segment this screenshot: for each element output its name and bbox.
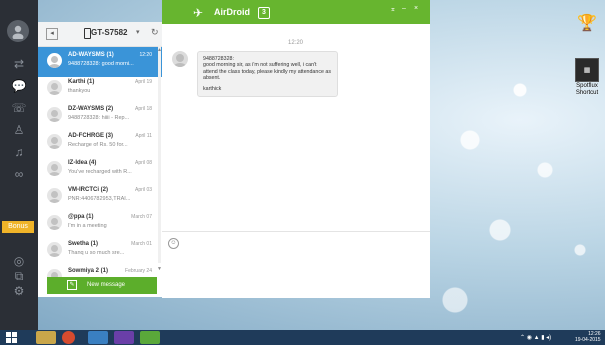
contact-name: VM-IRCTCi (2) xyxy=(68,187,108,193)
message-icon[interactable]: 💬 xyxy=(9,78,29,94)
avatar-icon[interactable] xyxy=(7,20,29,42)
app-window: ✈ AirDroid 3 ⌅ – × 12:20 9488728328: goo… xyxy=(162,0,430,298)
compose-icon: ✎ xyxy=(67,280,77,290)
contact-name: IZ-Idea (4) xyxy=(68,160,97,166)
new-message-label: New message xyxy=(87,282,126,288)
message-preview: You've recharged with R... xyxy=(68,169,132,175)
list-item[interactable]: VM-IRCTCi (2) April 03 PNR:4406782953,TRAI… xyxy=(38,182,162,212)
notification-icon[interactable]: ♫ xyxy=(9,144,29,160)
desktop-shortcut-label: Spotflux Shortcut xyxy=(575,83,599,96)
message-list-panel: ◂ GT-S7582 ▾ ↻ AD-WAYSMS (1) 12:20 9488728… xyxy=(38,22,162,297)
chrome-icon[interactable] xyxy=(62,331,75,344)
contact-avatar xyxy=(47,215,62,230)
conversation-list: AD-WAYSMS (1) 12:20 9488728328: good morni… xyxy=(38,47,162,297)
list-item[interactable]: Karthi (1) April 19 thankyou xyxy=(38,74,162,104)
media-icon[interactable] xyxy=(114,331,134,344)
refresh-icon[interactable]: ↻ xyxy=(151,27,159,38)
sender-avatar xyxy=(172,51,188,67)
screenshot-icon[interactable]: ⧉ xyxy=(9,268,29,284)
message-bubble: 9488728328: good morning sir, as i'm not… xyxy=(197,51,338,98)
contact-avatar xyxy=(47,161,62,176)
emoji-icon[interactable]: ☺ xyxy=(168,238,179,249)
collapse-button[interactable]: ◂ xyxy=(46,28,58,40)
message-date: March 07 xyxy=(131,214,152,220)
message-date: April 03 xyxy=(135,187,152,193)
airdroid-logo-icon: ✈ xyxy=(193,6,204,20)
message-date: 12:20 xyxy=(139,52,152,58)
message-preview: I'm in a meeting xyxy=(68,223,107,229)
contact-avatar xyxy=(47,188,62,203)
list-item[interactable]: Swetha (1) March 01 Thanq u so much sre... xyxy=(38,236,162,266)
phone-icon[interactable]: ☏ xyxy=(9,100,29,116)
app-title: AirDroid xyxy=(214,7,250,17)
contact-avatar xyxy=(47,107,62,122)
spotflux-icon: ▦ xyxy=(575,58,599,82)
bonus-badge[interactable]: Bonus xyxy=(2,221,34,233)
message-preview: Thanq u so much sre... xyxy=(68,250,125,256)
contact-name: @ppa (1) xyxy=(68,214,94,220)
contact-name: Karthi (1) xyxy=(68,79,95,85)
close-button[interactable]: × xyxy=(414,5,418,12)
contact-name: DZ-WAYSMS (2) xyxy=(68,106,114,112)
contacts-icon[interactable]: ♙ xyxy=(9,122,29,138)
message-preview: PNR:4406782953,TRAI... xyxy=(68,196,131,202)
contact-avatar xyxy=(47,53,62,68)
device-name[interactable]: GT-S7582 xyxy=(91,28,127,37)
contact-name: Sowmiya 2 (1) xyxy=(68,268,109,274)
contact-name: AD-WAYSMS (1) xyxy=(68,52,114,58)
list-item[interactable]: @ppa (1) March 07 I'm in a meeting xyxy=(38,209,162,239)
list-item[interactable]: AD-FCHRGE (3) April 11 Recharge of Rs. 50 … xyxy=(38,128,162,158)
chevron-down-icon[interactable]: ▾ xyxy=(136,28,140,36)
message-date: April 19 xyxy=(135,79,152,85)
pin-icon[interactable]: ⌅ xyxy=(390,5,396,13)
message-preview: 9488728328: hiiii - Rep... xyxy=(68,115,130,121)
sidebar-nav: ⇄ 💬 ☏ ♙ ♫ ∞ Bonus ◎ ⧉ ⚙ xyxy=(0,0,38,330)
contact-name: AD-FCHRGE (3) xyxy=(68,133,113,139)
file-explorer-icon[interactable] xyxy=(36,331,56,344)
new-message-button[interactable]: ✎ New message xyxy=(47,277,157,294)
conversation-view: 12:20 9488728328: good morning sir, as i… xyxy=(162,24,430,231)
gear-icon[interactable]: ⚙ xyxy=(9,283,29,299)
contact-avatar xyxy=(47,80,62,95)
list-item[interactable]: DZ-WAYSMS (2) April 18 9488728328: hiiii -… xyxy=(38,101,162,131)
settings-help-icon[interactable]: ◎ xyxy=(9,253,29,269)
minimize-button[interactable]: – xyxy=(402,5,406,12)
taskbar: ⌃ ◉ ▲ ▮ ◂) 12:26 19-04-2015 xyxy=(0,330,605,345)
list-item[interactable]: AD-WAYSMS (1) 12:20 9488728328: good morni… xyxy=(38,47,162,77)
app-icon[interactable] xyxy=(88,331,108,344)
contact-avatar xyxy=(47,242,62,257)
phone-device-icon xyxy=(84,28,91,39)
clock-date: 19-04-2015 xyxy=(575,337,601,343)
bubble-text: good morning sir, as i'm not suffering w… xyxy=(203,62,331,82)
desktop-shortcut[interactable]: ▦ Spotflux Shortcut xyxy=(572,58,602,97)
message-time: 12:20 xyxy=(288,40,304,46)
message-date: March 01 xyxy=(131,241,152,247)
trophy-icon[interactable]: 🏆 xyxy=(577,12,597,34)
message-date: April 18 xyxy=(135,106,152,112)
file-transfer-icon[interactable]: ⇄ xyxy=(9,56,29,72)
message-date: April 11 xyxy=(135,133,152,139)
message-preview: 9488728328: good morni... xyxy=(68,61,134,67)
airdroid-taskbar-icon[interactable] xyxy=(140,331,160,344)
windows-start-icon[interactable] xyxy=(6,332,18,343)
message-preview: thankyou xyxy=(68,88,91,94)
message-date: April 08 xyxy=(135,160,152,166)
message-input[interactable]: ☺ xyxy=(162,231,430,298)
list-scrollbar[interactable] xyxy=(158,45,161,263)
message-date: February 24 xyxy=(125,268,152,274)
contact-name: Swetha (1) xyxy=(68,241,99,247)
device-header: ◂ GT-S7582 ▾ ↻ xyxy=(38,22,162,47)
bubble-signature: karthick xyxy=(203,85,222,92)
contact-avatar xyxy=(47,134,62,149)
message-preview: Recharge of Rs. 50 for... xyxy=(68,142,128,148)
title-bar: ✈ AirDroid 3 ⌅ – × xyxy=(162,0,430,24)
list-item[interactable]: IZ-Idea (4) April 08 You've recharged with… xyxy=(38,155,162,185)
version-badge: 3 xyxy=(258,7,270,19)
clock[interactable]: 12:26 19-04-2015 xyxy=(575,331,601,343)
binoculars-icon[interactable]: ∞ xyxy=(9,166,29,182)
system-tray[interactable]: ⌃ ◉ ▲ ▮ ◂) xyxy=(520,334,551,341)
